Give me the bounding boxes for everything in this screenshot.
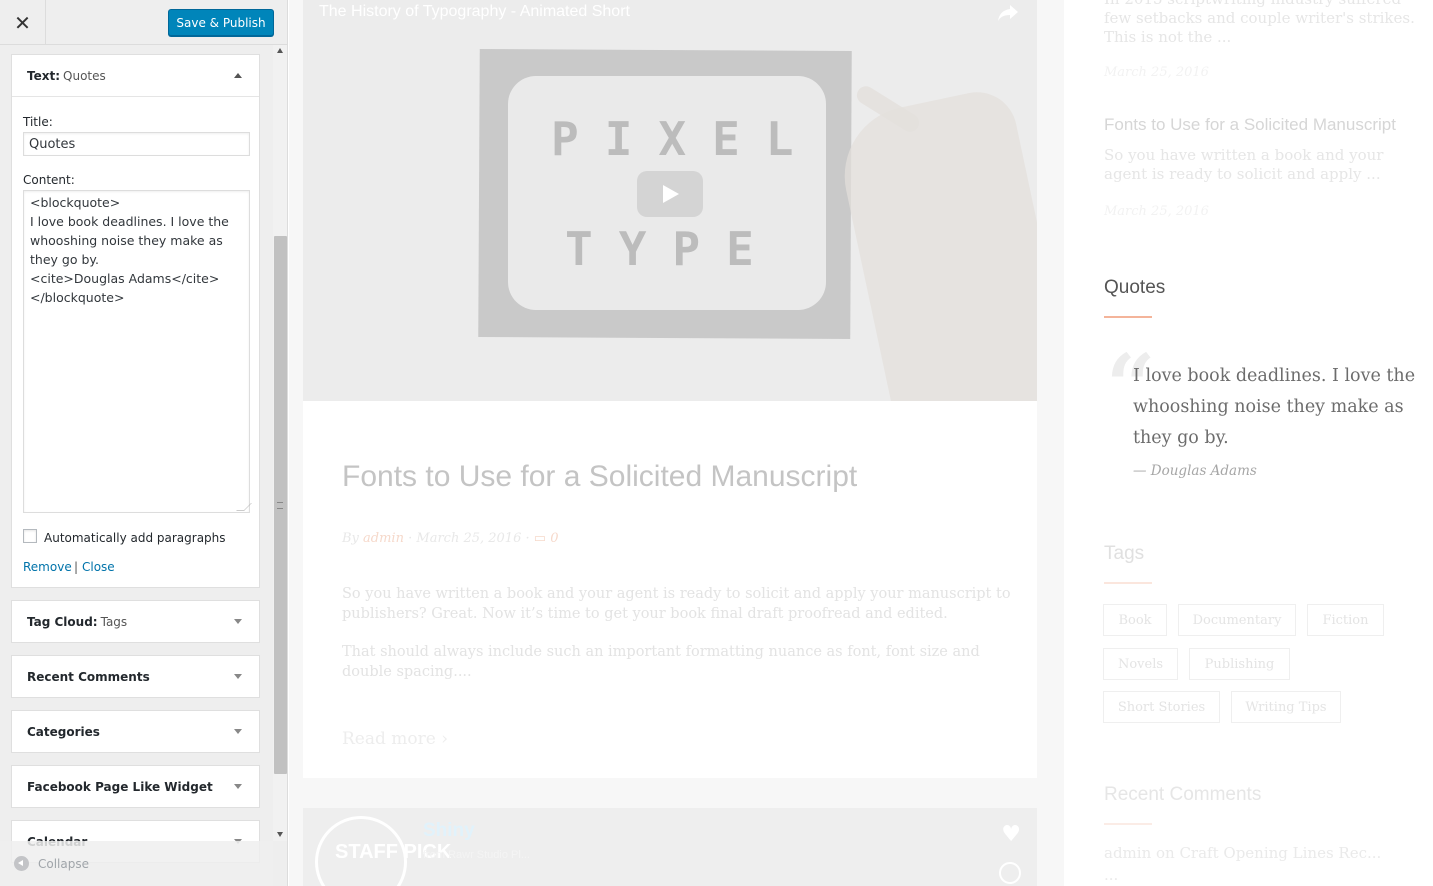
recent-comments-widget[interactable]: Recent Comments [11, 655, 260, 698]
quote-text: I love book deadlines. I love the whoosh… [1133, 366, 1416, 448]
video-title[interactable]: The History of Typography - Animated Sho… [319, 3, 630, 21]
remove-widget-link[interactable]: Remove [23, 560, 72, 574]
read-more-link[interactable]: Read more › [342, 729, 448, 749]
customizer-sidebar: ✕ Save & Publish Text: Quotes Title: Con… [0, 0, 288, 886]
widget-name: Recent Comments [27, 670, 150, 684]
tag-pill[interactable]: Book [1103, 604, 1167, 636]
video-embed[interactable]: The History of Typography - Animated Sho… [303, 0, 1037, 401]
tag-cloud-widget[interactable]: Tag Cloud: Tags [11, 600, 260, 643]
auto-paragraphs-label: Automatically add paragraphs [44, 531, 226, 545]
meta-author-link[interactable]: admin [363, 531, 404, 546]
site-preview: The History of Typography - Animated Sho… [289, 0, 1433, 886]
heading-underline [1104, 582, 1152, 584]
heading-underline [1104, 316, 1152, 318]
tag-pill[interactable]: Fiction [1307, 604, 1384, 636]
scrollbar-grip-icon [277, 502, 283, 509]
recent-comment-item[interactable]: admin on Craft Opening Lines Rec... [1104, 844, 1381, 862]
facebook-widget-header[interactable]: Facebook Page Like Widget [12, 766, 259, 808]
blog-sidebar: In 2015 scriptwriting industry suffered … [1064, 0, 1433, 886]
meta-comments-count[interactable]: 0 [550, 531, 558, 546]
recent-comments-widget-header[interactable]: Recent Comments [12, 656, 259, 698]
customizer-header: ✕ Save & Publish [0, 0, 287, 45]
widget-subtitle: Quotes [63, 68, 106, 83]
scroll-down-arrow-icon[interactable] [277, 832, 283, 837]
tag-pill[interactable]: Novels [1103, 648, 1178, 680]
text-widget: Text: Quotes Title: Content: <blockquote… [11, 54, 260, 588]
tags-heading: Tags [1104, 543, 1145, 564]
post-meta: By admin · March 25, 2016 · ▭ 0 [342, 531, 558, 546]
heading-underline [1104, 823, 1152, 825]
link-separator: | [74, 560, 79, 574]
collapse-sidebar-button[interactable]: Collapse [0, 841, 273, 886]
play-icon[interactable] [637, 171, 703, 217]
content-label: Content: [23, 173, 75, 187]
video-hand [831, 84, 1037, 401]
expand-arrow-icon[interactable] [234, 674, 242, 679]
text-widget-header[interactable]: Text: Quotes [12, 55, 259, 97]
recent-post-date: March 25, 2016 [1104, 204, 1209, 219]
expand-arrow-icon[interactable] [234, 784, 242, 789]
close-widget-link[interactable]: Close [82, 560, 115, 574]
widget-content-textarea[interactable]: <blockquote> I love book deadlines. I lo… [23, 190, 250, 513]
like-heart-icon[interactable]: ♥ [1001, 822, 1021, 847]
widget-name: Tag Cloud: [27, 615, 98, 629]
video-2-title[interactable]: Shiny [423, 820, 475, 842]
share-icon[interactable] [997, 4, 1019, 22]
scroll-up-arrow-icon[interactable] [277, 48, 283, 53]
comment-icon: ▭ [533, 531, 547, 546]
widget-name: Categories [27, 725, 100, 739]
expand-arrow-icon[interactable] [234, 729, 242, 734]
tag-pill[interactable]: Short Stories [1103, 691, 1220, 723]
from-label: from [423, 849, 449, 861]
widget-title-input[interactable] [23, 132, 250, 156]
categories-widget-header[interactable]: Categories [12, 711, 259, 753]
video-embed-2[interactable]: STAFF PICK Shiny from Rawr Studio Pl... … [303, 808, 1037, 886]
tag-cloud-widget-header[interactable]: Tag Cloud: Tags [12, 601, 259, 643]
recent-comment-item[interactable]: ... [1104, 866, 1118, 884]
save-publish-button[interactable]: Save & Publish [168, 9, 274, 36]
auto-paragraphs-checkbox[interactable] [23, 529, 37, 543]
widget-name: Facebook Page Like Widget [27, 780, 213, 794]
post-excerpt-paragraph: So you have written a book and your agen… [342, 586, 1011, 622]
collapse-arrow-icon[interactable] [234, 73, 242, 78]
quotes-heading: Quotes [1104, 277, 1166, 298]
meta-separator: · [525, 531, 530, 546]
categories-widget[interactable]: Categories [11, 710, 260, 753]
meta-date[interactable]: March 25, 2016 [416, 531, 521, 546]
collapse-arrow-icon [14, 856, 29, 871]
close-icon[interactable]: ✕ [0, 0, 46, 45]
tag-pill[interactable]: Documentary [1178, 604, 1296, 636]
expand-arrow-icon[interactable] [234, 619, 242, 624]
tag-pill[interactable]: Writing Tips [1231, 691, 1341, 723]
meta-separator: · [408, 531, 413, 546]
video-text-pixel: PIXEL [551, 112, 820, 166]
recent-post-excerpt: So you have written a book and your agen… [1104, 146, 1384, 183]
video-2-from: from Rawr Studio Pl... [423, 849, 530, 861]
recent-post-title[interactable]: Fonts to Use for a Solicited Manuscript [1104, 115, 1396, 135]
watch-later-clock-icon[interactable] [999, 862, 1021, 884]
video-text-type: TYPE [565, 222, 780, 276]
widget-name: Text: [27, 68, 61, 83]
post-title[interactable]: Fonts to Use for a Solicited Manuscript [342, 460, 857, 494]
recent-post-excerpt: In 2015 scriptwriting industry suffered … [1104, 0, 1415, 46]
title-label: Title: [23, 115, 53, 129]
post-excerpt-paragraph: That should always include such an impor… [342, 644, 980, 680]
quote-cite: — Douglas Adams [1133, 463, 1257, 479]
recent-comments-heading: Recent Comments [1104, 784, 1262, 805]
meta-by: By [342, 531, 364, 546]
video-2-author[interactable]: Rawr Studio Pl... [448, 849, 530, 861]
tag-pill[interactable]: Publishing [1189, 648, 1290, 680]
collapse-label: Collapse [38, 856, 89, 871]
facebook-widget[interactable]: Facebook Page Like Widget [11, 765, 260, 808]
widget-subtitle: Tags [100, 615, 128, 629]
recent-post-date: March 25, 2016 [1104, 65, 1209, 80]
